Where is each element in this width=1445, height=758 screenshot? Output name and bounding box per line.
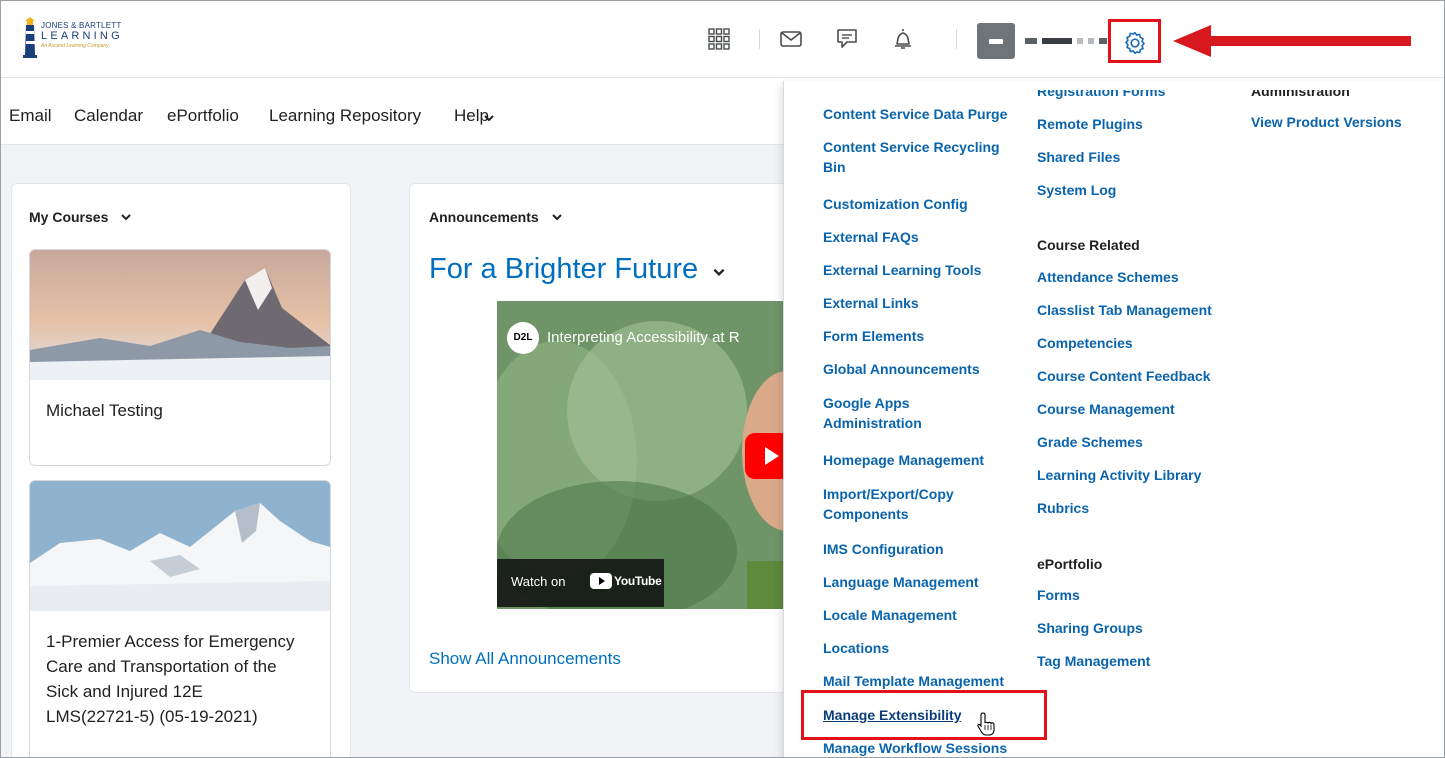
announcements-title[interactable]: Announcements — [429, 209, 563, 225]
menu-item[interactable]: Content Service Recycling Bin — [823, 137, 1000, 177]
logo-line1: JONES & BARTLETT — [41, 21, 122, 30]
menu-item[interactable]: External Learning Tools — [823, 260, 981, 280]
show-all-announcements-link[interactable]: Show All Announcements — [429, 649, 621, 669]
divider — [956, 29, 957, 49]
watch-on-youtube-button[interactable]: Watch on YouTube — [497, 559, 664, 607]
org-logo[interactable]: JONES & BARTLETT LEARNING An Ascend Lear… — [23, 15, 123, 61]
menu-item[interactable]: Course Content Feedback — [1037, 366, 1210, 386]
course-tile[interactable]: Michael Testing — [29, 249, 331, 466]
menu-item[interactable]: Manage Workflow Sessions — [823, 738, 1007, 757]
user-name-redacted[interactable] — [1025, 38, 1107, 44]
course-name[interactable]: 1-Premier Access for Emergency Care and … — [46, 629, 294, 729]
avatar[interactable] — [977, 23, 1015, 59]
logo-line3: An Ascend Learning Company — [41, 43, 109, 49]
chevron-down-icon[interactable] — [551, 212, 563, 222]
menu-item[interactable]: IMS Configuration — [823, 539, 944, 559]
menu-section-heading: Course Related — [1037, 237, 1140, 253]
menu-item[interactable]: View Product Versions — [1251, 112, 1402, 132]
admin-tools-highlight — [1108, 19, 1161, 63]
youtube-icon — [590, 573, 612, 589]
course-tile[interactable]: 1-Premier Access for Emergency Care and … — [29, 480, 331, 757]
video-player[interactable]: D2L Interpreting Accessibility at R Watc… — [497, 301, 797, 609]
announcement-headline[interactable]: For a Brighter Future — [429, 253, 726, 286]
menu-item[interactable]: Sharing Groups — [1037, 618, 1143, 638]
chevron-down-icon[interactable] — [712, 266, 726, 278]
menu-item[interactable]: Content Service Data Purge — [823, 104, 1007, 124]
menu-item[interactable]: Global Announcements — [823, 359, 980, 379]
top-navbar: JONES & BARTLETT LEARNING An Ascend Lear… — [1, 1, 1444, 78]
chevron-down-icon[interactable] — [120, 212, 132, 222]
chat-icon[interactable] — [835, 27, 859, 51]
menu-item[interactable]: Remote Plugins — [1037, 114, 1143, 134]
menu-item[interactable]: Rubrics — [1037, 498, 1089, 518]
apps-grid-icon[interactable] — [707, 27, 731, 51]
notification-bell-icon[interactable] — [891, 27, 915, 51]
menu-item[interactable]: Competencies — [1037, 333, 1133, 353]
menu-item[interactable]: Course Management — [1037, 399, 1175, 419]
email-icon[interactable] — [779, 27, 803, 51]
logo-line2: LEARNING — [41, 30, 123, 42]
menu-item[interactable]: Forms — [1037, 585, 1080, 605]
video-title[interactable]: Interpreting Accessibility at R — [547, 329, 740, 346]
menu-item[interactable]: Classlist Tab Management — [1037, 300, 1212, 320]
hand-cursor-icon — [977, 712, 995, 736]
menu-item[interactable]: Form Elements — [823, 326, 924, 346]
menu-item[interactable]: External FAQs — [823, 227, 919, 247]
menu-item[interactable]: Grade Schemes — [1037, 432, 1143, 452]
menu-item[interactable]: System Log — [1037, 180, 1116, 200]
course-image-mountain — [30, 250, 330, 380]
course-name[interactable]: Michael Testing — [46, 398, 163, 423]
menu-item[interactable]: External Links — [823, 293, 919, 313]
nav-email[interactable]: Email — [9, 106, 52, 126]
gear-icon[interactable] — [1122, 30, 1148, 56]
my-courses-title[interactable]: My Courses — [29, 209, 132, 225]
divider — [759, 29, 760, 49]
menu-item[interactable]: Language Management — [823, 572, 979, 592]
menu-item[interactable]: Attendance Schemes — [1037, 267, 1179, 287]
menu-item[interactable]: Google Apps Administration — [823, 393, 922, 433]
nav-learning-repository[interactable]: Learning Repository — [269, 106, 421, 126]
menu-item[interactable]: Mail Template Management — [823, 671, 1004, 691]
nav-calendar[interactable]: Calendar — [74, 106, 143, 126]
manage-extensibility-highlight — [801, 690, 1047, 740]
page-frame: JONES & BARTLETT LEARNING An Ascend Lear… — [0, 0, 1445, 758]
menu-item[interactable]: Locale Management — [823, 605, 957, 625]
menu-item[interactable]: Import/Export/Copy Components — [823, 484, 954, 524]
d2l-logo: D2L — [507, 322, 539, 354]
menu-section-heading: ePortfolio — [1037, 556, 1103, 572]
menu-item[interactable]: Customization Config — [823, 194, 968, 214]
nav-eportfolio[interactable]: ePortfolio — [167, 106, 239, 126]
menu-item[interactable]: Tag Management — [1037, 651, 1150, 671]
menu-item[interactable]: Learning Activity Library — [1037, 465, 1201, 485]
chevron-down-icon[interactable] — [483, 113, 495, 123]
arrow-pointer-icon — [1173, 25, 1411, 57]
course-image-snowy-peaks — [30, 481, 330, 611]
menu-item[interactable]: Homepage Management — [823, 450, 984, 470]
menu-item[interactable]: Shared Files — [1037, 147, 1120, 167]
menu-item[interactable]: Locations — [823, 638, 889, 658]
lighthouse-icon — [23, 17, 37, 58]
